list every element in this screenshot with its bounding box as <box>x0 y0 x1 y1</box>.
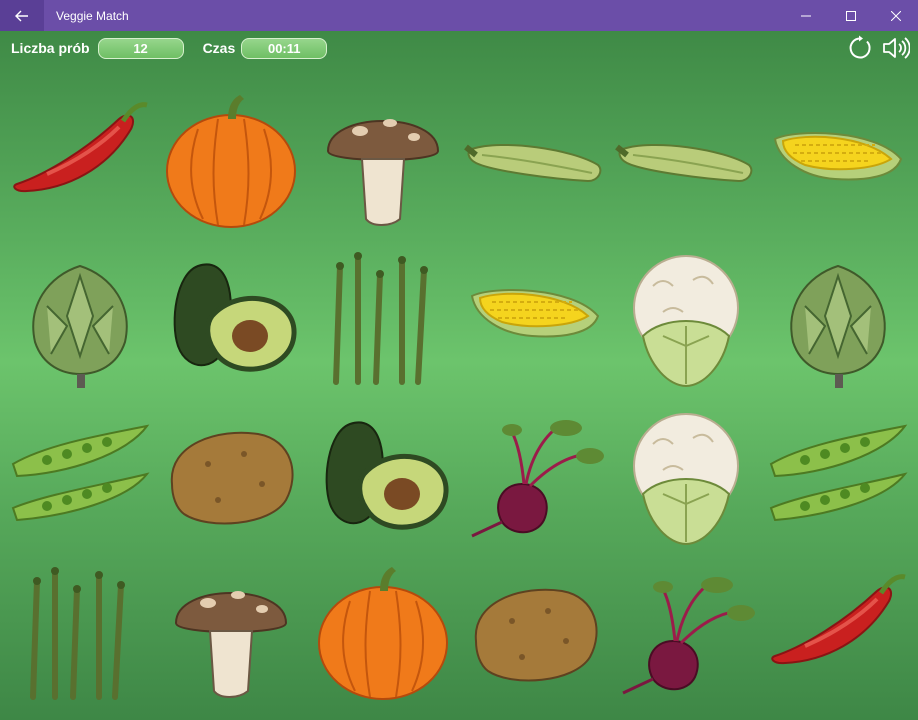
mushroom-icon <box>327 118 440 226</box>
cauliflower-icon <box>633 412 740 545</box>
zucchini-icon <box>463 143 602 182</box>
asparagus-icon <box>333 252 429 386</box>
maximize-icon <box>845 10 856 21</box>
back-button[interactable] <box>0 0 44 31</box>
timer-display: 00:11 <box>241 37 328 59</box>
potato-icon <box>474 589 598 682</box>
card-chili-pepper[interactable] <box>762 556 914 714</box>
restart-button[interactable] <box>846 34 874 62</box>
corn-icon <box>774 131 903 181</box>
beet-icon <box>622 577 756 695</box>
card-artichoke[interactable] <box>4 241 156 399</box>
close-button[interactable] <box>873 0 918 31</box>
card-zucchini[interactable] <box>459 83 611 241</box>
minimize-button[interactable] <box>783 0 828 31</box>
card-mushroom[interactable] <box>307 83 459 241</box>
status-bar: Liczba prób 12 Czas 00:11 <box>0 31 918 65</box>
attempts-label: Liczba prób <box>11 40 90 56</box>
card-zucchini[interactable] <box>611 83 763 241</box>
card-asparagus[interactable] <box>307 241 459 399</box>
card-cauliflower[interactable] <box>611 398 763 556</box>
pumpkin-icon <box>318 567 449 701</box>
card-beet[interactable] <box>459 398 611 556</box>
card-pumpkin[interactable] <box>307 556 459 714</box>
card-corn[interactable] <box>762 83 914 241</box>
card-beet[interactable] <box>611 556 763 714</box>
zucchini-icon <box>615 143 753 182</box>
title-bar: Veggie Match <box>0 0 918 31</box>
mushroom-icon <box>175 591 288 699</box>
card-avocado[interactable] <box>307 398 459 556</box>
window-controls <box>783 0 918 31</box>
chili-pepper-icon <box>771 574 906 665</box>
card-corn[interactable] <box>459 241 611 399</box>
chili-pepper-icon <box>13 101 148 192</box>
card-avocado[interactable] <box>156 241 308 399</box>
close-icon <box>890 10 901 21</box>
card-potato[interactable] <box>459 556 611 714</box>
restart-icon <box>849 35 871 59</box>
attempts-counter: 12 <box>97 37 184 59</box>
app-title: Veggie Match <box>56 8 129 23</box>
pea-pods-icon <box>11 424 150 521</box>
card-pea-pods[interactable] <box>762 398 914 556</box>
card-board <box>4 83 914 713</box>
avocado-icon <box>174 263 297 372</box>
artichoke-icon <box>32 265 128 389</box>
maximize-button[interactable] <box>828 0 873 31</box>
pumpkin-icon <box>166 94 297 228</box>
card-potato[interactable] <box>156 398 308 556</box>
asparagus-icon <box>29 567 125 701</box>
card-asparagus[interactable] <box>4 556 156 714</box>
card-mushroom[interactable] <box>156 556 308 714</box>
time-label: Czas <box>202 40 236 56</box>
card-artichoke[interactable] <box>762 241 914 399</box>
card-chili-pepper[interactable] <box>4 83 156 241</box>
top-icons <box>846 34 910 62</box>
sound-button[interactable] <box>882 34 910 62</box>
speaker-icon <box>883 37 910 59</box>
artichoke-icon <box>790 265 886 389</box>
beet-icon <box>471 419 604 538</box>
card-cauliflower[interactable] <box>611 241 763 399</box>
corn-icon <box>470 289 599 338</box>
card-pumpkin[interactable] <box>156 83 308 241</box>
minimize-icon <box>800 15 811 16</box>
potato-icon <box>171 431 295 525</box>
back-arrow-icon <box>15 10 28 21</box>
card-pea-pods[interactable] <box>4 398 156 556</box>
game-area: Liczba prób 12 Czas 00:11 <box>0 31 918 720</box>
pea-pods-icon <box>769 424 908 521</box>
avocado-icon <box>325 421 449 530</box>
cauliflower-icon <box>633 255 740 388</box>
